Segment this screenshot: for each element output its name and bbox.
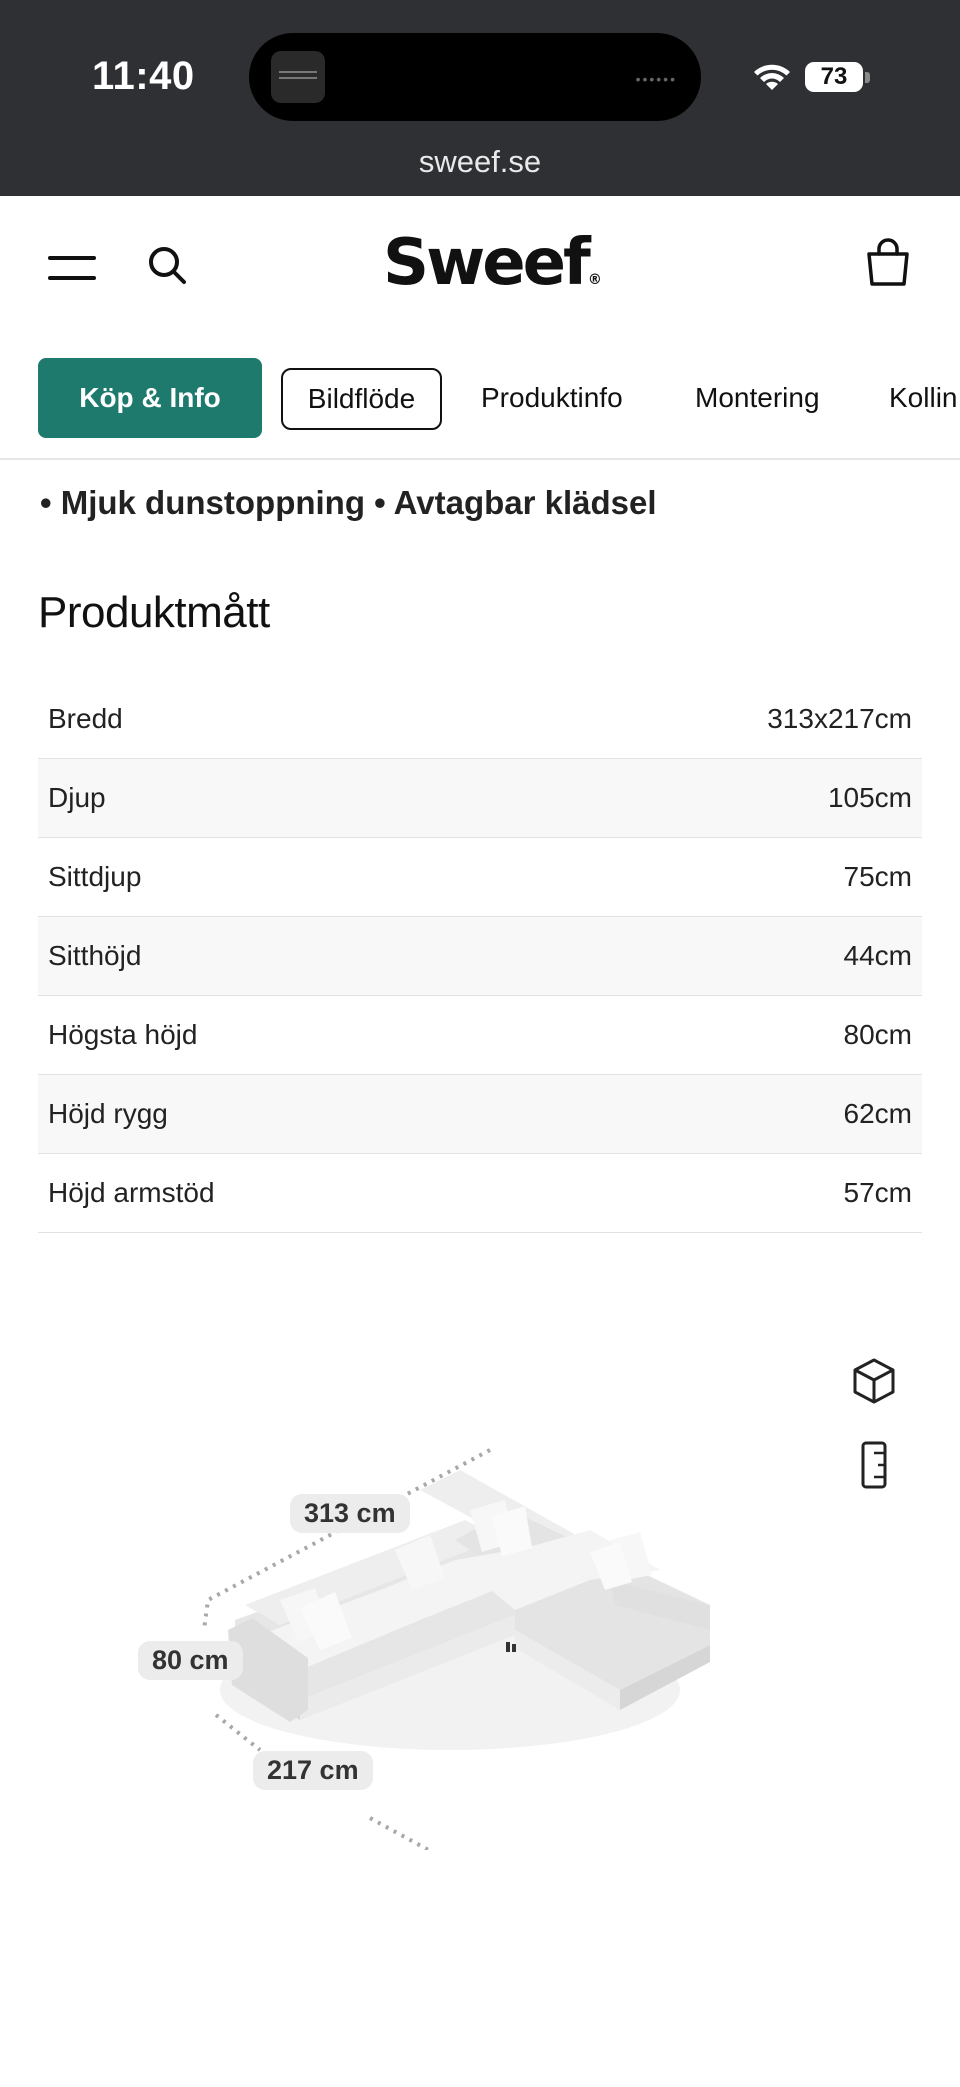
spec-label: Djup <box>48 782 106 813</box>
feature-highlights: • Mjuk dunstoppning • Avtagbar klädsel <box>40 484 657 521</box>
dimensions-table: Bredd 313x217cm Djup 105cm Sittdjup 75cm… <box>38 680 922 1233</box>
tab-montering[interactable]: Montering <box>695 358 820 438</box>
tab-bildflode[interactable]: Bildflöde <box>281 368 442 430</box>
tab-kop-info[interactable]: Köp & Info <box>38 358 262 438</box>
spec-label: Bredd <box>48 703 123 734</box>
cube-icon[interactable] <box>850 1356 898 1406</box>
table-row: Höjd rygg 62cm <box>38 1075 922 1154</box>
spec-value: 80cm <box>843 1019 912 1050</box>
ruler-icon[interactable] <box>860 1440 888 1490</box>
battery-tip <box>865 72 870 83</box>
hamburger-menu-icon[interactable] <box>48 256 96 282</box>
battery-indicator: 73 <box>805 62 863 92</box>
audio-wave-icon: •••••• <box>635 71 677 87</box>
table-row: Högsta höjd 80cm <box>38 996 922 1075</box>
spec-value: 62cm <box>843 1098 912 1129</box>
table-row: Sitthöjd 44cm <box>38 917 922 996</box>
product-3d-viewer[interactable]: 313 cm 80 cm 217 cm <box>0 1300 960 1900</box>
table-row: Sittdjup 75cm <box>38 838 922 917</box>
table-row: Djup 105cm <box>38 759 922 838</box>
spec-label: Sitthöjd <box>48 940 142 971</box>
spec-value: 313x217cm <box>767 703 912 734</box>
spec-value: 75cm <box>843 861 912 892</box>
table-row: Bredd 313x217cm <box>38 680 922 759</box>
product-tabs: Köp & Info Bildflöde Produktinfo Monteri… <box>0 336 960 460</box>
spec-value: 105cm <box>827 782 912 813</box>
dynamic-island: •••••• <box>249 33 701 121</box>
tab-kollin[interactable]: Kollin <box>889 358 960 438</box>
spec-label: Sittdjup <box>48 861 142 892</box>
shopping-bag-icon[interactable] <box>864 236 912 288</box>
wifi-icon <box>754 64 790 90</box>
spec-label: Höjd armstöd <box>48 1177 215 1208</box>
tab-produktinfo[interactable]: Produktinfo <box>481 358 623 438</box>
url-bar[interactable]: sweef.se <box>0 144 960 180</box>
spec-value: 44cm <box>843 940 912 971</box>
browser-chrome: 11:40 •••••• 73 sweef.se <box>0 0 960 196</box>
site-header: Sweef® <box>0 196 960 336</box>
spec-value: 57cm <box>843 1177 912 1208</box>
sweef-logo[interactable]: Sweef® <box>383 226 602 300</box>
table-row: Höjd armstöd 57cm <box>38 1154 922 1233</box>
width-label: 313 cm <box>290 1494 410 1533</box>
corner-sofa-image <box>202 1448 710 1850</box>
status-time: 11:40 <box>92 54 195 98</box>
section-title: Produktmått <box>38 588 270 637</box>
spec-label: Högsta höjd <box>48 1019 198 1050</box>
now-playing-thumbnail <box>271 51 325 103</box>
height-label: 80 cm <box>138 1641 243 1680</box>
spec-label: Höjd rygg <box>48 1098 168 1129</box>
search-icon[interactable] <box>146 244 188 286</box>
depth-label: 217 cm <box>253 1751 373 1790</box>
